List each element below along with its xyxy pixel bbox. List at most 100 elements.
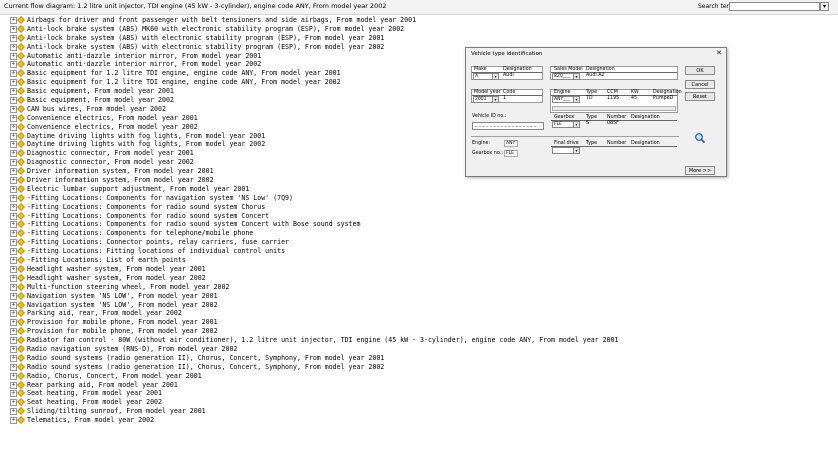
- tree-item[interactable]: + -Fitting Locations: Components for radi…: [0, 220, 838, 229]
- plus-box-icon[interactable]: +: [10, 354, 17, 362]
- tree-item[interactable]: + -Fitting Locations: List of earth point…: [0, 256, 838, 265]
- reset-button[interactable]: Reset: [685, 92, 715, 101]
- tree-item[interactable]: + -Fitting Locations: Components for tele…: [0, 229, 838, 238]
- engine-scrollbar[interactable]: [552, 106, 676, 111]
- more-button[interactable]: More >>: [685, 166, 715, 175]
- chevron-down-icon: ▾: [573, 74, 579, 79]
- vin-input[interactable]: _ _ _ _ _ _ _ _ _ _ _ _ _ _ _ _ _: [472, 122, 544, 130]
- plus-box-icon[interactable]: +: [10, 381, 17, 389]
- plus-box-icon[interactable]: +: [10, 123, 17, 131]
- tree-item[interactable]: + Provision for mobile phone, From model …: [0, 318, 838, 327]
- plus-box-icon[interactable]: +: [10, 239, 17, 247]
- diamond-folder-icon: [17, 229, 25, 238]
- plus-box-icon[interactable]: +: [10, 177, 17, 185]
- plus-box-icon[interactable]: +: [10, 337, 17, 345]
- tree-item[interactable]: + Radiator fan control - 80W (without air…: [0, 336, 838, 345]
- tree-item[interactable]: + Radio, Chorus, Concert, From model year…: [0, 372, 838, 381]
- tree-item[interactable]: + Rear parking aid, From model year 2001: [0, 381, 838, 390]
- tree-item[interactable]: + Radio navigation system (RNS-D), From m…: [0, 345, 838, 354]
- plus-box-icon[interactable]: +: [10, 34, 17, 42]
- tree-item[interactable]: + Parking aid, rear, From model year 2002: [0, 309, 838, 318]
- search-input[interactable]: [729, 2, 820, 11]
- plus-box-icon[interactable]: +: [10, 17, 17, 24]
- engine-designation: PumpeD: [653, 96, 674, 101]
- make-select[interactable]: A ▾: [473, 73, 499, 80]
- diamond-folder-icon: [17, 193, 25, 202]
- tree-item[interactable]: + Airbags for driver and front passenger …: [0, 16, 838, 25]
- plus-box-icon[interactable]: +: [10, 274, 17, 282]
- plus-box-icon[interactable]: +: [10, 345, 17, 353]
- plus-box-icon[interactable]: +: [10, 301, 17, 309]
- plus-box-icon[interactable]: +: [10, 230, 17, 238]
- engine-select[interactable]: ANY___ ▾: [552, 96, 580, 103]
- plus-box-icon[interactable]: +: [10, 221, 17, 229]
- tree-item-label: -Fitting Locations: Components for radio…: [27, 211, 270, 220]
- plus-box-icon[interactable]: +: [10, 283, 17, 291]
- tree-item[interactable]: + -Fitting Locations: Components for navi…: [0, 194, 838, 203]
- final-drive-select[interactable]: ▾: [552, 147, 580, 154]
- model-year-select[interactable]: 2001 ▾: [473, 96, 499, 103]
- tree-item[interactable]: + Headlight washer system, From model yea…: [0, 265, 838, 274]
- tree-item[interactable]: + Headlight washer system, From model yea…: [0, 274, 838, 283]
- tree-item[interactable]: + Multi-function steering wheel, From mod…: [0, 283, 838, 292]
- plus-box-icon[interactable]: +: [10, 168, 17, 176]
- plus-box-icon[interactable]: +: [10, 310, 17, 318]
- tree-item[interactable]: + Driver information system, From model y…: [0, 176, 838, 185]
- plus-box-icon[interactable]: +: [10, 328, 17, 336]
- plus-box-icon[interactable]: +: [10, 248, 17, 256]
- sales-model-select[interactable]: 8Z0___ ▾: [552, 73, 580, 80]
- dialog-close-icon[interactable]: ✕: [716, 49, 722, 57]
- plus-box-icon[interactable]: +: [10, 43, 17, 51]
- plus-box-icon[interactable]: +: [10, 141, 17, 149]
- tree-item[interactable]: + Radio sound systems (radio generation I…: [0, 363, 838, 372]
- plus-box-icon[interactable]: +: [10, 390, 17, 398]
- plus-box-icon[interactable]: +: [10, 79, 17, 87]
- plus-box-icon[interactable]: +: [10, 265, 17, 273]
- plus-box-icon[interactable]: +: [10, 105, 17, 113]
- plus-box-icon[interactable]: +: [10, 88, 17, 96]
- plus-box-icon[interactable]: +: [10, 292, 17, 300]
- plus-box-icon[interactable]: +: [10, 97, 17, 105]
- ok-button[interactable]: OK: [685, 66, 715, 75]
- plus-box-icon[interactable]: +: [10, 363, 17, 371]
- tree-item[interactable]: + -Fitting Locations: Fitting locations o…: [0, 247, 838, 256]
- plus-box-icon[interactable]: +: [10, 194, 17, 202]
- tree-item[interactable]: + -Fitting Locations: Components for radi…: [0, 212, 838, 221]
- tree-item[interactable]: + Anti-lock brake system (ABS) with elect…: [0, 34, 838, 43]
- plus-box-icon[interactable]: +: [10, 372, 17, 380]
- plus-box-icon[interactable]: +: [10, 150, 17, 158]
- plus-box-icon[interactable]: +: [10, 212, 17, 220]
- gearbox-select[interactable]: FLE ▾: [552, 121, 580, 128]
- plus-box-icon[interactable]: +: [10, 185, 17, 193]
- tree-item[interactable]: + Electric lumbar support adjustment, Fro…: [0, 185, 838, 194]
- plus-box-icon[interactable]: +: [10, 399, 17, 407]
- plus-box-icon[interactable]: +: [10, 203, 17, 211]
- plus-box-icon[interactable]: +: [10, 114, 17, 122]
- tree-item[interactable]: + -Fitting Locations: Components for radi…: [0, 203, 838, 212]
- plus-box-icon[interactable]: +: [10, 408, 17, 416]
- plus-box-icon[interactable]: +: [10, 132, 17, 140]
- chevron-down-icon: ▾: [573, 97, 579, 102]
- chevron-down-icon: ▾: [573, 122, 579, 127]
- tree-item[interactable]: + Seat heating, From model year 2002: [0, 398, 838, 407]
- tree-item[interactable]: + Telematics, From model year 2002: [0, 416, 838, 425]
- plus-box-icon[interactable]: +: [10, 25, 17, 33]
- plus-box-icon[interactable]: +: [10, 70, 17, 78]
- search-dropdown-button[interactable]: ▾: [820, 2, 829, 11]
- tree-item[interactable]: + Anti-lock brake system (ABS) MK60 with …: [0, 25, 838, 34]
- tree-item[interactable]: + Navigation system 'NS LOW', From model …: [0, 292, 838, 301]
- plus-box-icon[interactable]: +: [10, 257, 17, 265]
- magnifier-icon[interactable]: [694, 132, 706, 144]
- tree-item[interactable]: + Sliding/tilting sunroof, From model yea…: [0, 407, 838, 416]
- tree-item[interactable]: + Radio sound systems (radio generation I…: [0, 354, 838, 363]
- tree-item[interactable]: + Provision for mobile phone, From model …: [0, 327, 838, 336]
- plus-box-icon[interactable]: +: [10, 52, 17, 60]
- cancel-button[interactable]: Cancel: [685, 80, 715, 89]
- plus-box-icon[interactable]: +: [10, 319, 17, 327]
- tree-item[interactable]: + Seat heating, From model year 2001: [0, 389, 838, 398]
- plus-box-icon[interactable]: +: [10, 159, 17, 167]
- plus-box-icon[interactable]: +: [10, 417, 17, 425]
- plus-box-icon[interactable]: +: [10, 61, 17, 69]
- tree-item[interactable]: + -Fitting Locations: Connector points, r…: [0, 238, 838, 247]
- tree-item[interactable]: + Navigation system 'NS LOW', From model …: [0, 301, 838, 310]
